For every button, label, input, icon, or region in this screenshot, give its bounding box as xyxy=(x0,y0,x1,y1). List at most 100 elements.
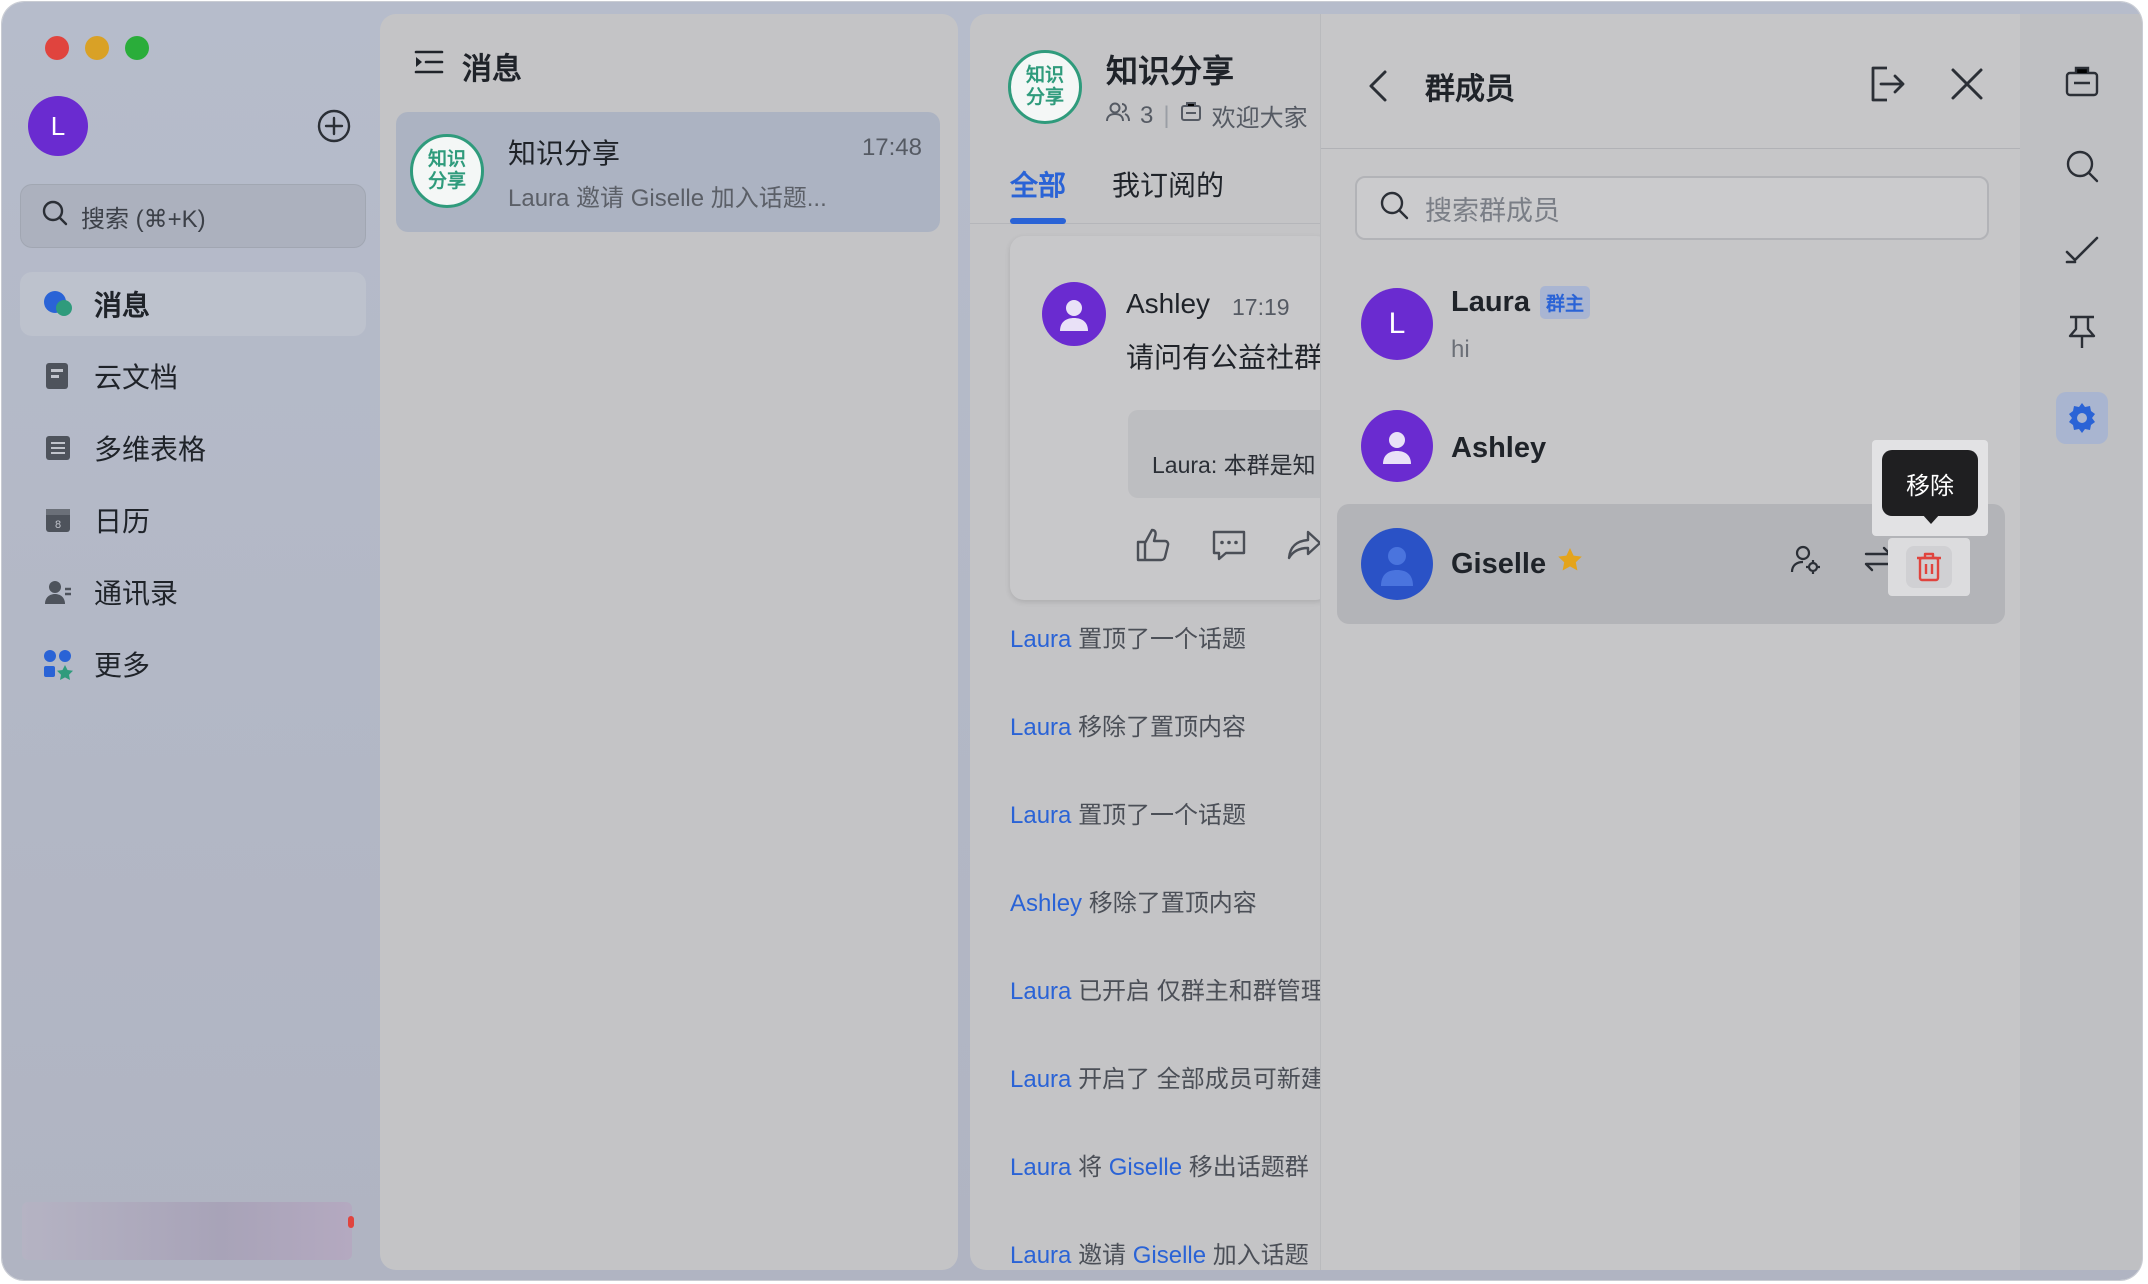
member-name: Ashley xyxy=(1451,432,1547,464)
trash-icon xyxy=(1906,546,1952,588)
event-actor[interactable]: Laura xyxy=(1010,1242,1071,1269)
member-count[interactable]: 3 xyxy=(1140,102,1153,130)
active-tab-indicator xyxy=(1010,218,1066,224)
member-search-input[interactable]: 搜索群成员 xyxy=(1355,176,1989,240)
docs-icon xyxy=(42,360,74,392)
tab-all[interactable]: 全部 xyxy=(1010,164,1066,204)
tab-subscribed[interactable]: 我订阅的 xyxy=(1112,164,1224,204)
group-avatar[interactable]: 知识分享 xyxy=(1008,50,1082,124)
leave-group-icon[interactable] xyxy=(1867,64,1907,104)
avatar[interactable] xyxy=(1042,282,1106,346)
calendar-icon: 8 xyxy=(42,504,74,536)
sidebar-item-calendar[interactable]: 8 日历 xyxy=(20,488,366,552)
zoom-window-button[interactable] xyxy=(125,36,149,60)
list-item: Ashley 移除了置顶内容 xyxy=(1010,890,1257,917)
collapse-list-icon[interactable] xyxy=(414,48,444,84)
list-item: Laura 已开启 仅群主和群管理 xyxy=(1010,978,1325,1005)
person-icon xyxy=(1060,300,1088,331)
messages-icon xyxy=(42,288,74,320)
more-apps-icon xyxy=(42,648,74,680)
list-item: Laura 置顶了一个话题 xyxy=(1010,626,1247,653)
event-target[interactable]: Giselle xyxy=(1133,1242,1206,1269)
close-window-button[interactable] xyxy=(45,36,69,60)
chat-time: 17:48 xyxy=(861,134,922,161)
conversation-meta: 3 | 欢迎大家 xyxy=(1106,98,1308,133)
event-actor[interactable]: Ashley xyxy=(1010,890,1082,917)
members-icon xyxy=(1106,101,1130,130)
contacts-icon xyxy=(42,576,74,608)
sidebar-item-base[interactable]: 多维表格 xyxy=(20,416,366,480)
event-actor[interactable]: Laura xyxy=(1010,1154,1071,1181)
list-item: Laura 将 Giselle 移出话题群 xyxy=(1010,1154,1309,1181)
event-actor[interactable]: Laura xyxy=(1010,978,1071,1005)
event-actor[interactable]: Laura xyxy=(1010,1066,1071,1093)
remove-member-button[interactable] xyxy=(1888,538,1970,596)
sidebar-item-label: 消息 xyxy=(94,290,151,321)
topic-post-card[interactable]: Ashley 17:19 请问有公益社群 Laura: 本群是知 xyxy=(1010,236,1368,600)
sidebar-item-label: 通讯录 xyxy=(94,578,179,609)
list-item: Laura 移除了置顶内容 xyxy=(1010,714,1247,741)
member-name: Giselle xyxy=(1451,547,1547,580)
search-placeholder: 搜索群成员 xyxy=(1425,195,1560,226)
message-list-panel: 消息 知识分享 知识分享 17:48 Laura 邀请 Giselle 加入话题… xyxy=(380,14,958,1270)
conversation-tabs: 全部 我订阅的 xyxy=(1010,164,1224,204)
post-time: 17:19 xyxy=(1232,294,1290,320)
owner-badge: 群主 xyxy=(1539,286,1590,319)
event-target[interactable]: Giselle xyxy=(1109,1154,1182,1181)
announcement-icon xyxy=(1180,101,1202,130)
settings-icon[interactable] xyxy=(2056,392,2108,444)
checkmark-icon[interactable] xyxy=(2060,228,2104,272)
announcement-text[interactable]: 欢迎大家 xyxy=(1212,98,1308,133)
member-row[interactable]: L Laura 群主 hi xyxy=(1337,266,2005,386)
event-actor[interactable]: Laura xyxy=(1010,714,1071,741)
message-list-title: 消息 xyxy=(462,53,522,86)
profile-status-bar[interactable] xyxy=(22,1202,352,1260)
search-icon[interactable] xyxy=(2060,144,2104,188)
tooltip-container: 移除 xyxy=(1872,440,1988,536)
sidebar-item-contacts[interactable]: 通讯录 xyxy=(20,560,366,624)
close-icon[interactable] xyxy=(1949,66,1985,102)
event-actor[interactable]: Laura xyxy=(1010,626,1071,653)
avatar[interactable]: L xyxy=(1361,288,1433,360)
avatar[interactable] xyxy=(1361,528,1433,600)
tooltip-arrow xyxy=(1922,514,1940,524)
minimize-window-button[interactable] xyxy=(85,36,109,60)
search-icon xyxy=(1379,190,1409,227)
sidebar-item-label: 更多 xyxy=(94,650,151,681)
search-placeholder: 搜索 (⌘+K) xyxy=(81,205,206,233)
sidebar-item-more[interactable]: 更多 xyxy=(20,632,366,696)
star-icon xyxy=(1556,546,1584,582)
member-name-wrap: Laura 群主 xyxy=(1451,286,1590,319)
list-item: Laura 开启了 全部成员可新建 xyxy=(1010,1066,1325,1093)
remove-tooltip: 移除 xyxy=(1882,450,1978,516)
conversation-title: 知识分享 xyxy=(1106,53,1235,89)
list-item: Laura 置顶了一个话题 xyxy=(1010,802,1247,829)
member-name: Laura xyxy=(1451,286,1530,318)
thumbs-up-icon[interactable] xyxy=(1134,526,1172,564)
post-author[interactable]: Ashley xyxy=(1126,288,1210,320)
sidebar-item-messages[interactable]: 消息 xyxy=(20,272,366,336)
sidebar-item-label: 云文档 xyxy=(94,362,179,393)
group-avatar: 知识分享 xyxy=(410,134,484,208)
event-actor[interactable]: Laura xyxy=(1010,802,1071,829)
search-icon xyxy=(41,199,69,234)
pin-icon[interactable] xyxy=(2060,310,2104,354)
chat-item[interactable]: 知识分享 知识分享 17:48 Laura 邀请 Giselle 加入话题... xyxy=(396,112,940,232)
back-icon[interactable] xyxy=(1363,66,1393,106)
member-signature: hi xyxy=(1451,336,1470,363)
base-table-icon xyxy=(42,432,74,464)
avatar[interactable] xyxy=(1361,410,1433,482)
set-admin-icon[interactable] xyxy=(1783,536,1829,582)
global-search-input[interactable]: 搜索 (⌘+K) xyxy=(20,184,366,248)
post-text: 请问有公益社群 xyxy=(1126,342,1323,373)
list-item: Laura 邀请 Giselle 加入话题 xyxy=(1010,1242,1309,1269)
person-icon xyxy=(1383,432,1411,464)
add-icon[interactable] xyxy=(316,108,352,144)
message-list-header: 消息 xyxy=(414,44,522,88)
user-avatar[interactable]: L xyxy=(28,96,88,156)
sidebar-item-label: 多维表格 xyxy=(94,434,207,465)
briefcase-icon[interactable] xyxy=(2060,60,2104,104)
share-icon[interactable] xyxy=(1286,526,1324,564)
comment-icon[interactable] xyxy=(1210,526,1248,564)
sidebar-item-docs[interactable]: 云文档 xyxy=(20,344,366,408)
